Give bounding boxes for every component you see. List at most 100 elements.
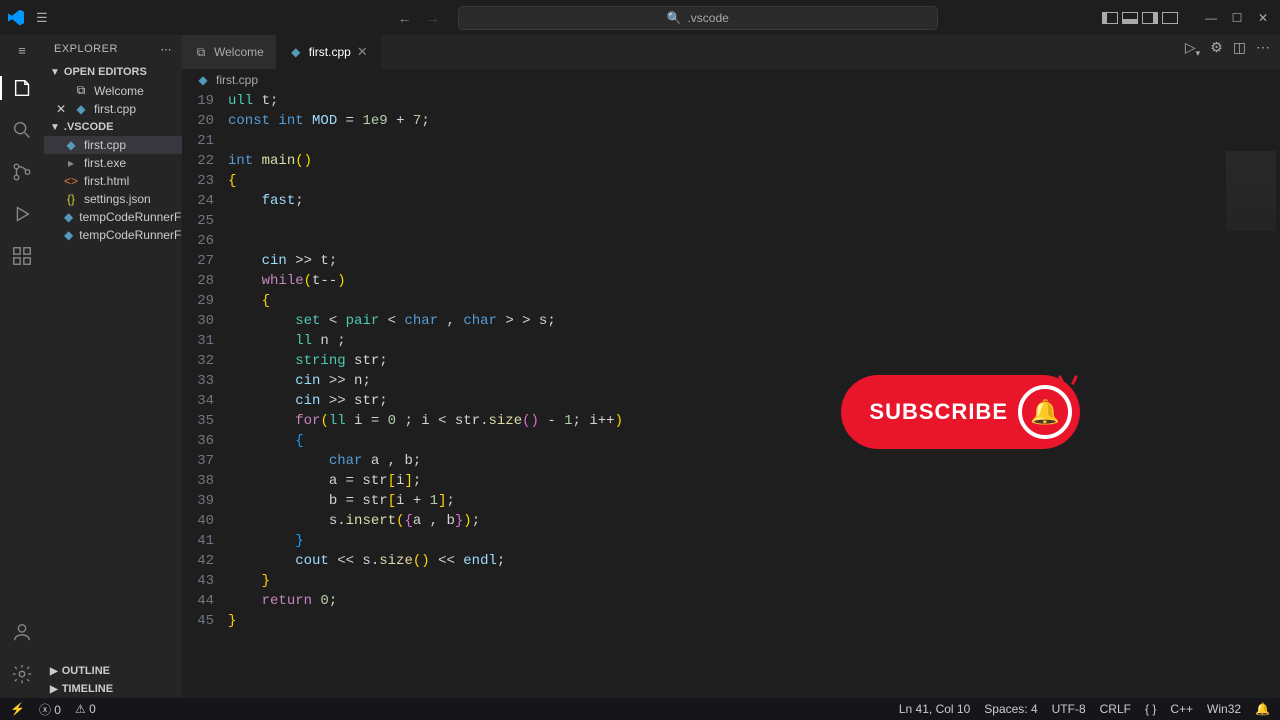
timeline-section[interactable]: ▶ TIMELINE <box>44 680 182 698</box>
chevron-right-icon: ▶ <box>50 684 58 695</box>
errors-status[interactable]: ⓧ 0 <box>39 701 61 718</box>
minimap[interactable] <box>1226 151 1276 231</box>
vs-file-icon: ⧉ <box>74 83 88 98</box>
file-name: tempCodeRunnerFile.... <box>79 210 182 224</box>
file-tree-item[interactable]: {} settings.json <box>44 190 182 208</box>
cpp-file-icon: ◆ <box>74 102 88 116</box>
minimize-icon[interactable]: ― <box>1202 11 1220 25</box>
breadcrumb[interactable]: ◆ first.cpp <box>182 69 1280 91</box>
customize-layout-icon[interactable] <box>1162 12 1178 24</box>
extensions-activity-icon[interactable] <box>10 244 34 268</box>
file-tree-item[interactable]: ▸first.exe <box>44 154 182 172</box>
explorer-header: EXPLORER ⋯ <box>44 35 182 63</box>
warnings-status[interactable]: ⚠ 0 <box>75 702 96 716</box>
scm-activity-icon[interactable] <box>10 160 34 184</box>
menu-icon[interactable]: ☰ <box>36 10 48 26</box>
code-content[interactable]: ull t;const int MOD = 1e9 + 7; int main(… <box>228 91 1280 698</box>
file-name: Welcome <box>94 84 144 98</box>
vscode-logo-icon <box>8 10 24 26</box>
close-tab-icon[interactable]: ✕ <box>357 44 368 60</box>
file-tree-item[interactable]: ◆ tempCodeRunnerFile.... <box>44 226 182 244</box>
editor-tab[interactable]: ⧉ Welcome <box>182 35 277 69</box>
debug-activity-icon[interactable] <box>10 202 34 226</box>
open-editors-section[interactable]: ▼ OPEN EDITORS <box>44 63 182 81</box>
layout-controls <box>1102 12 1178 24</box>
close-icon[interactable]: ✕ <box>56 102 68 116</box>
editor-area: ⧉ Welcome ◆ first.cpp ✕ ▷▾ ⚙ ◫ ⋯ ◆ first.cpp… <box>182 35 1280 698</box>
code-editor[interactable]: 1920212223242526272829303132333435363738… <box>182 91 1280 698</box>
editor-tabs: ⧉ Welcome ◆ first.cpp ✕ <box>182 35 1280 69</box>
vs-file-icon: ⧉ <box>194 45 208 60</box>
folder-section[interactable]: ▼ .VSCODE <box>44 118 182 136</box>
chevron-down-icon: ▼ <box>50 67 60 78</box>
chevron-down-icon: ▼ <box>50 122 60 133</box>
search-text: .vscode <box>687 11 728 25</box>
bell-button[interactable]: 🔔 <box>1018 385 1072 439</box>
close-window-icon[interactable]: ✕ <box>1254 11 1272 25</box>
remote-icon[interactable]: ⚡ <box>10 702 25 716</box>
tab-label: first.cpp <box>309 45 351 59</box>
timeline-label: TIMELINE <box>62 683 113 695</box>
file-name: first.cpp <box>94 102 136 116</box>
command-center-search[interactable]: 🔍 .vscode <box>458 6 938 30</box>
toggle-secondary-icon[interactable] <box>1142 12 1158 24</box>
file-name: first.html <box>84 174 129 188</box>
cpp-file-icon: ◆ <box>196 73 210 87</box>
platform-status[interactable]: Win32 <box>1207 702 1241 716</box>
explorer-title: EXPLORER <box>54 43 118 55</box>
cpp-file-icon: ◆ <box>64 138 78 152</box>
outline-label: OUTLINE <box>62 665 110 677</box>
cpp-file-icon: ◆ <box>64 228 73 242</box>
run-icon[interactable]: ▷▾ <box>1185 39 1200 59</box>
editor-tab[interactable]: ◆ first.cpp ✕ <box>277 35 381 69</box>
cpp-file-icon: ◆ <box>289 45 303 59</box>
explorer-more-icon[interactable]: ⋯ <box>161 43 173 56</box>
title-bar: ☰ ← → 🔍 .vscode ― ☐ ✕ <box>0 0 1280 35</box>
exe-file-icon: ▸ <box>64 156 78 170</box>
editor-actions: ▷▾ ⚙ ◫ ⋯ <box>1185 39 1270 59</box>
cursor-position[interactable]: Ln 41, Col 10 <box>899 702 970 716</box>
indent-status[interactable]: Spaces: 4 <box>984 702 1037 716</box>
breadcrumb-file: first.cpp <box>216 73 258 87</box>
file-name: first.cpp <box>84 138 126 152</box>
split-editor-icon[interactable]: ◫ <box>1233 39 1246 59</box>
cpp-file-icon: ◆ <box>64 210 73 224</box>
line-gutter: 1920212223242526272829303132333435363738… <box>182 91 228 698</box>
explorer-sidebar: EXPLORER ⋯ ▼ OPEN EDITORS ⧉ Welcome ✕ ◆ firs… <box>44 35 182 698</box>
file-tree-item[interactable]: ◆ first.cpp <box>44 136 182 154</box>
file-name: tempCodeRunnerFile.... <box>79 228 182 242</box>
nav-forward-icon[interactable]: → <box>426 10 440 26</box>
toggle-panel-icon[interactable] <box>1122 12 1138 24</box>
file-tree-item[interactable]: <>first.html <box>44 172 182 190</box>
bell-icon: 🔔 <box>1030 398 1060 427</box>
menu-toggle-icon[interactable]: ≡ <box>18 43 26 58</box>
eol-status[interactable]: CRLF <box>1100 702 1131 716</box>
tab-label: Welcome <box>214 45 264 59</box>
settings-gear-icon[interactable] <box>10 662 34 686</box>
explorer-activity-icon[interactable] <box>0 76 44 100</box>
search-activity-icon[interactable] <box>10 118 34 142</box>
file-name: settings.json <box>84 192 151 206</box>
search-icon: 🔍 <box>667 11 682 25</box>
open-editors-label: OPEN EDITORS <box>64 66 147 78</box>
accounts-icon[interactable] <box>10 620 34 644</box>
open-editor-item[interactable]: ✕ ◆ first.cpp <box>44 100 182 118</box>
status-bar: ⚡ ⓧ 0 ⚠ 0 Ln 41, Col 10 Spaces: 4 UTF-8 … <box>0 698 1280 720</box>
toggle-sidebar-icon[interactable] <box>1102 12 1118 24</box>
nav-back-icon[interactable]: ← <box>398 10 412 26</box>
subscribe-label: SUBSCRIBE <box>869 399 1008 425</box>
open-editor-item[interactable]: ⧉ Welcome <box>44 81 182 100</box>
encoding-status[interactable]: UTF-8 <box>1052 702 1086 716</box>
outline-section[interactable]: ▶ OUTLINE <box>44 662 182 680</box>
chevron-right-icon: ▶ <box>50 666 58 677</box>
subscribe-overlay[interactable]: SUBSCRIBE 🔔 <box>841 375 1080 449</box>
maximize-icon[interactable]: ☐ <box>1228 11 1246 25</box>
file-tree-item[interactable]: ◆ tempCodeRunnerFile.... <box>44 208 182 226</box>
lang-brace[interactable]: { } <box>1145 702 1156 716</box>
activity-bar: ≡ <box>0 35 44 698</box>
language-mode[interactable]: C++ <box>1170 702 1193 716</box>
json-file-icon: {} <box>64 192 78 206</box>
settings-icon[interactable]: ⚙ <box>1210 39 1223 59</box>
more-actions-icon[interactable]: ⋯ <box>1256 39 1270 59</box>
notifications-icon[interactable]: 🔔 <box>1255 702 1270 716</box>
